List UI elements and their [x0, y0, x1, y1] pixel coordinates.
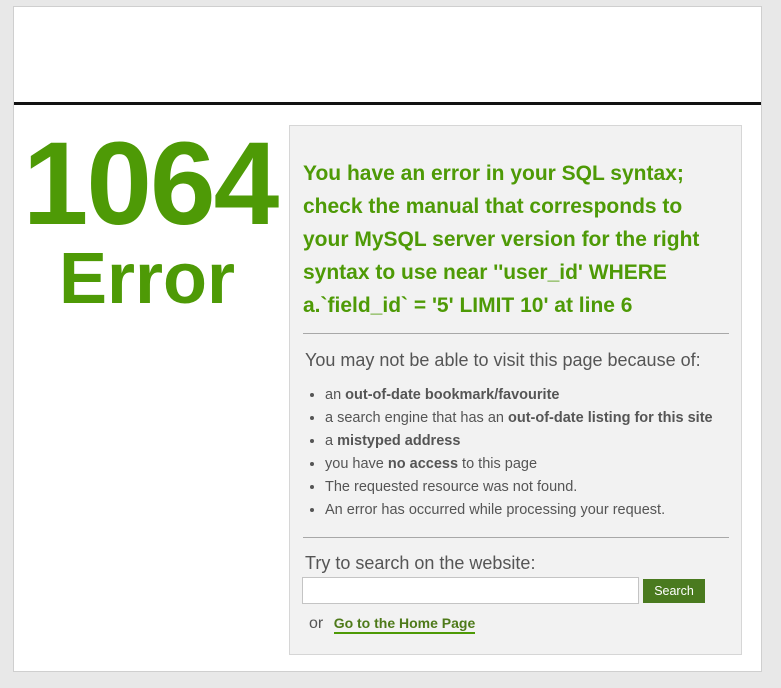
list-item: The requested resource was not found.: [325, 476, 713, 499]
divider: [303, 333, 729, 334]
list-item: a mistyped address: [325, 430, 713, 453]
home-row: or Go to the Home Page: [309, 612, 476, 635]
list-item: An error has occurred while processing y…: [325, 499, 713, 522]
error-code: 1064: [22, 118, 280, 250]
reasons-list: an out-of-date bookmark/favourite a sear…: [305, 384, 713, 522]
or-label: or: [309, 615, 324, 632]
page-container: 1064 Error You have an error in your SQL…: [13, 6, 762, 672]
home-page-link[interactable]: Go to the Home Page: [333, 615, 476, 634]
divider: [303, 537, 729, 538]
reasons-title: You may not be able to visit this page b…: [305, 350, 701, 370]
list-item: a search engine that has an out-of-date …: [325, 407, 713, 430]
list-item: you have no access to this page: [325, 453, 713, 476]
error-code-block: 1064 Error: [14, 125, 286, 315]
error-panel: You have an error in your SQL syntax; ch…: [289, 125, 742, 655]
search-input[interactable]: [302, 577, 639, 604]
error-message: You have an error in your SQL syntax; ch…: [303, 162, 700, 317]
error-word: Error: [58, 239, 236, 319]
header-divider: [14, 102, 761, 105]
list-item: an out-of-date bookmark/favourite: [325, 384, 713, 407]
search-title: Try to search on the website:: [305, 553, 536, 573]
search-button[interactable]: Search: [643, 579, 705, 603]
